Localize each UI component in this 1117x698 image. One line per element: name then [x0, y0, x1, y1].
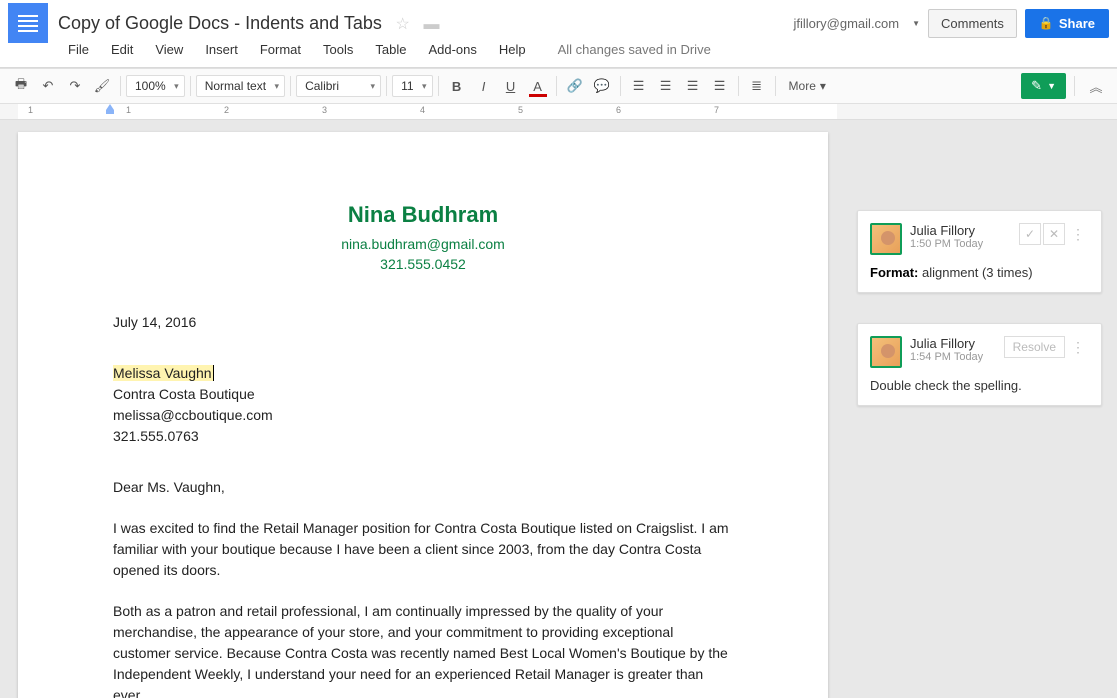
recipient-phone: 321.555.0763 [113, 426, 733, 447]
more-menu-icon[interactable]: ⋮ [1067, 224, 1089, 245]
resolve-button[interactable]: Resolve [1004, 336, 1065, 358]
letter-date: July 14, 2016 [113, 312, 733, 333]
ruler-number: 7 [714, 105, 719, 115]
ruler-number: 5 [518, 105, 523, 115]
toolbar-separator [190, 76, 191, 96]
avatar [870, 336, 902, 368]
chevron-down-icon: ▼ [1047, 81, 1056, 91]
share-label: Share [1059, 16, 1095, 31]
editing-mode-button[interactable]: ✎ ▼ [1021, 73, 1066, 99]
ruler-number: 4 [420, 105, 425, 115]
toolbar-separator [438, 76, 439, 96]
style-select[interactable]: Normal text [196, 75, 285, 97]
save-status: All changes saved in Drive [558, 42, 711, 57]
docs-logo[interactable] [8, 3, 48, 43]
letterhead-email: nina.budhram@gmail.com [113, 236, 733, 252]
document-title[interactable]: Copy of Google Docs - Indents and Tabs [58, 13, 382, 33]
menu-edit[interactable]: Edit [101, 38, 143, 61]
ruler-number: 1 [28, 105, 33, 115]
comment-author: Julia Fillory [910, 223, 1011, 238]
more-button[interactable]: More ▾ [781, 75, 834, 97]
user-email[interactable]: jfillory@gmail.com [793, 16, 899, 31]
comment-author: Julia Fillory [910, 336, 996, 351]
comment-body: Double check the spelling. [870, 378, 1089, 393]
avatar [870, 223, 902, 255]
toolbar-separator [775, 76, 776, 96]
toolbar-separator [738, 76, 739, 96]
menu-file[interactable]: File [58, 38, 99, 61]
menu-addons[interactable]: Add-ons [418, 38, 486, 61]
folder-icon[interactable]: ▬ [423, 16, 439, 33]
italic-icon[interactable]: I [471, 73, 497, 99]
redo-icon[interactable]: ↷ [62, 73, 88, 99]
ruler[interactable]: 1 1 2 3 4 5 6 7 [0, 104, 1117, 120]
comment-time: 1:50 PM Today [910, 238, 1011, 250]
toolbar-separator [620, 76, 621, 96]
menu-table[interactable]: Table [365, 38, 416, 61]
star-icon[interactable]: ☆ [395, 16, 409, 33]
paragraph: Both as a patron and retail professional… [113, 601, 733, 698]
document-area[interactable]: Nina Budhram nina.budhram@gmail.com 321.… [0, 120, 847, 698]
comments-button[interactable]: Comments [928, 9, 1017, 38]
pencil-icon: ✎ [1031, 78, 1042, 94]
toolbar-separator [556, 76, 557, 96]
bold-icon[interactable]: B [444, 73, 470, 99]
align-justify-icon[interactable]: ☰ [707, 73, 733, 99]
menu-view[interactable]: View [145, 38, 193, 61]
font-select[interactable]: Calibri [296, 75, 381, 97]
menu-tools[interactable]: Tools [313, 38, 363, 61]
align-right-icon[interactable]: ☰ [680, 73, 706, 99]
font-size-select[interactable]: 11 [392, 75, 432, 97]
toolbar-separator [120, 76, 121, 96]
text-color-icon[interactable]: A [525, 73, 551, 99]
suggestion-card[interactable]: Julia Fillory 1:50 PM Today ✓ ✕ ⋮ Format… [857, 210, 1102, 293]
toolbar-separator [386, 76, 387, 96]
print-icon[interactable]: 🖶 [8, 73, 34, 99]
ruler-number: 6 [616, 105, 621, 115]
align-center-icon[interactable]: ☰ [653, 73, 679, 99]
toolbar-separator [1074, 76, 1075, 96]
menu-insert[interactable]: Insert [195, 38, 248, 61]
paragraph: I was excited to find the Retail Manager… [113, 518, 733, 581]
paint-format-icon[interactable]: 🖌 [89, 73, 115, 99]
lock-icon: 🔒 [1039, 16, 1054, 30]
zoom-select[interactable]: 100% [126, 75, 185, 97]
ruler-number: 3 [322, 105, 327, 115]
menu-format[interactable]: Format [250, 38, 311, 61]
align-left-icon[interactable]: ☰ [626, 73, 652, 99]
letterhead-phone: 321.555.0452 [113, 256, 733, 272]
highlighted-text: Melissa Vaughn [113, 365, 214, 381]
recipient-company: Contra Costa Boutique [113, 384, 733, 405]
link-icon[interactable]: 🔗 [562, 73, 588, 99]
comment-time: 1:54 PM Today [910, 351, 996, 363]
reject-suggestion-icon[interactable]: ✕ [1043, 223, 1065, 245]
page[interactable]: Nina Budhram nina.budhram@gmail.com 321.… [18, 132, 828, 698]
ruler-number: 2 [224, 105, 229, 115]
comment-card[interactable]: Julia Fillory 1:54 PM Today Resolve ⋮ Do… [857, 323, 1102, 406]
comment-icon[interactable]: 💬 [589, 73, 615, 99]
comments-sidebar: Julia Fillory 1:50 PM Today ✓ ✕ ⋮ Format… [847, 120, 1117, 698]
underline-icon[interactable]: U [498, 73, 524, 99]
salutation: Dear Ms. Vaughn, [113, 477, 733, 498]
chevron-down-icon: ▾ [820, 79, 826, 93]
share-button[interactable]: 🔒 Share [1025, 9, 1109, 38]
line-spacing-icon[interactable]: ≣ [744, 73, 770, 99]
undo-icon[interactable]: ↶ [35, 73, 61, 99]
recipient-email: melissa@ccboutique.com [113, 405, 733, 426]
letterhead-name: Nina Budhram [113, 202, 733, 228]
toolbar-separator [290, 76, 291, 96]
more-menu-icon[interactable]: ⋮ [1067, 337, 1089, 358]
comment-body: Format: alignment (3 times) [870, 265, 1089, 280]
account-dropdown-icon[interactable]: ▼ [912, 19, 920, 28]
ruler-number: 1 [126, 105, 131, 115]
menu-help[interactable]: Help [489, 38, 536, 61]
accept-suggestion-icon[interactable]: ✓ [1019, 223, 1041, 245]
collapse-icon[interactable]: ︽ [1083, 73, 1109, 99]
